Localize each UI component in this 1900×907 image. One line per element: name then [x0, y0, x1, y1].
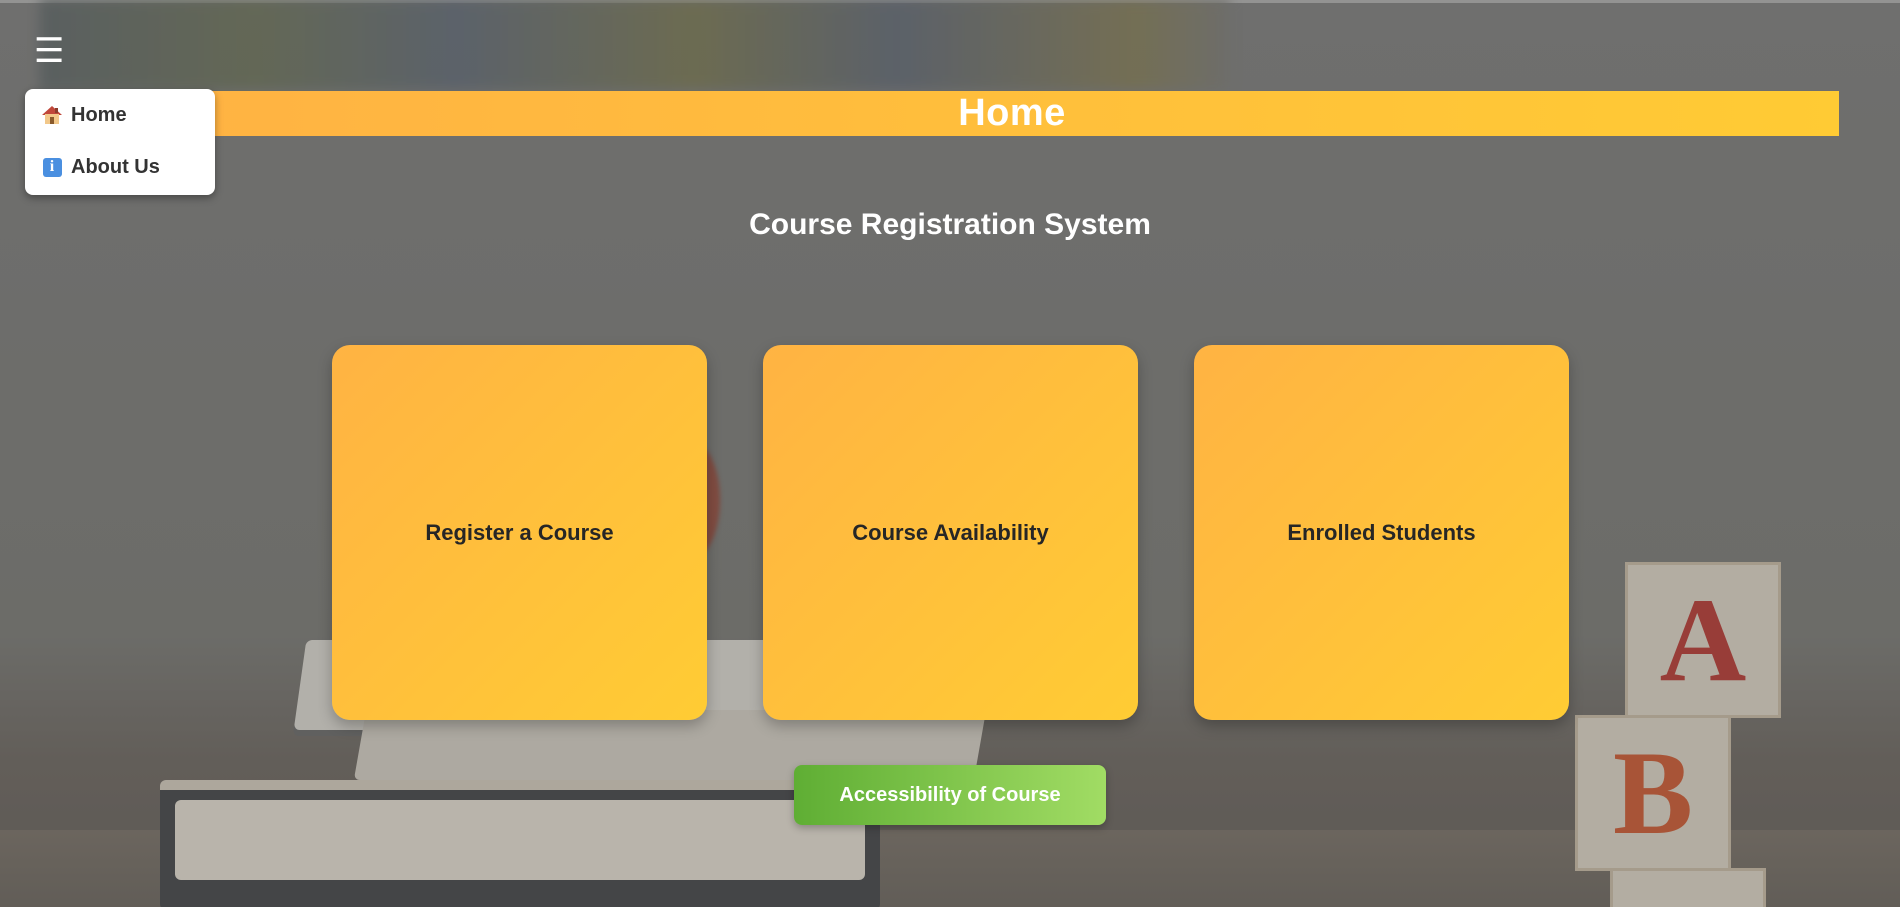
accessibility-of-course-button[interactable]: Accessibility of Course — [794, 765, 1106, 825]
nav-dropdown-menu: Home i About Us — [25, 89, 215, 195]
course-availability-card[interactable]: Course Availability — [763, 345, 1138, 720]
card-label: Course Availability — [852, 519, 1049, 545]
header-bar: Home — [185, 91, 1839, 136]
system-subtitle: Course Registration System — [749, 208, 1151, 241]
info-icon: i — [41, 156, 63, 178]
card-label: Enrolled Students — [1287, 519, 1476, 545]
nav-item-label: Home — [71, 103, 127, 126]
house-icon — [41, 104, 63, 126]
nav-item-home[interactable]: Home — [25, 89, 215, 141]
page-title: Home — [958, 92, 1066, 134]
register-course-card[interactable]: Register a Course — [332, 345, 707, 720]
enrolled-students-card[interactable]: Enrolled Students — [1194, 345, 1569, 720]
button-label: Accessibility of Course — [839, 783, 1061, 806]
nav-item-about-us[interactable]: i About Us — [25, 141, 215, 193]
hamburger-menu-icon[interactable]: ☰ — [34, 34, 64, 68]
nav-item-label: About Us — [71, 155, 160, 178]
card-label: Register a Course — [425, 519, 614, 545]
